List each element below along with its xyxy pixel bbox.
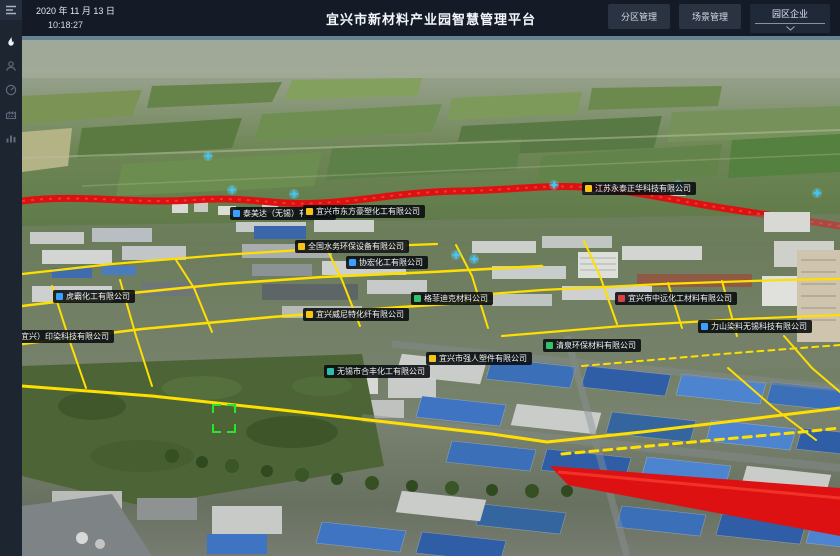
chevron-down-icon (786, 26, 795, 31)
company-label[interactable]: 中兴（宜兴）印染科技有限公司 (22, 330, 114, 343)
company-marker-icon (546, 342, 553, 349)
park-enterprise-dropdown[interactable]: 园区企业 (750, 4, 830, 33)
company-marker-icon (233, 210, 240, 217)
company-label[interactable]: 虎霸化工有限公司 (53, 290, 135, 303)
monitor-marker-icon (549, 180, 559, 190)
company-marker-icon (618, 295, 625, 302)
company-label-text: 中兴（宜兴）印染科技有限公司 (22, 332, 109, 341)
company-marker-icon (414, 295, 421, 302)
zone-management-button[interactable]: 分区管理 (608, 4, 670, 29)
sidebar (0, 0, 22, 556)
company-label-text: 江苏永泰正华科技有限公司 (595, 184, 691, 193)
company-marker-icon (298, 243, 305, 250)
monitor-marker-icon (469, 254, 479, 264)
company-marker-icon (306, 208, 313, 215)
factory-icon[interactable] (0, 103, 22, 125)
company-label[interactable]: 无锡市合丰化工有限公司 (324, 365, 430, 378)
company-label-text: 清泉环保材料有限公司 (556, 341, 636, 350)
company-label-text: 宜兴威尼特化纤有限公司 (316, 310, 404, 319)
company-label[interactable]: 格菲迪克材料公司 (411, 292, 493, 305)
gauge-icon[interactable] (0, 79, 22, 101)
monitor-marker-icon (203, 151, 213, 161)
dropdown-divider (755, 23, 825, 24)
company-marker-icon (349, 259, 356, 266)
company-marker-icon (327, 368, 334, 375)
monitor-marker-icon (227, 185, 237, 195)
company-label-text: 格菲迪克材料公司 (424, 294, 488, 303)
company-marker-icon (306, 311, 313, 318)
company-marker-icon (701, 323, 708, 330)
company-label-text: 无锡市合丰化工有限公司 (337, 367, 425, 376)
company-label-text: 宜兴市中远化工材料有限公司 (628, 294, 732, 303)
menu-icon[interactable] (0, 0, 22, 20)
fire-icon[interactable] (0, 31, 22, 53)
company-label-text: 全国水务环保设备有限公司 (308, 242, 404, 251)
company-label[interactable]: 宜兴市强人塑件有限公司 (426, 352, 532, 365)
monitor-marker-icon (451, 250, 461, 260)
company-label[interactable]: 力山染料无锡科技有限公司 (698, 320, 812, 333)
bar-chart-icon[interactable] (0, 127, 22, 149)
scene-management-button[interactable]: 场景管理 (679, 4, 741, 29)
company-label[interactable]: 全国水务环保设备有限公司 (295, 240, 409, 253)
monitor-marker-icon (812, 188, 822, 198)
company-label[interactable]: 宜兴威尼特化纤有限公司 (303, 308, 409, 321)
company-label-text: 力山染料无锡科技有限公司 (711, 322, 807, 331)
company-label[interactable]: 清泉环保材料有限公司 (543, 339, 641, 352)
user-icon[interactable] (0, 55, 22, 77)
map-viewport: 泰美达（无锡）有限公司 宜兴市东方豪塑化工有限公司 全国水务环保设备有限公司 协… (22, 36, 840, 556)
company-label[interactable]: 江苏永泰正华科技有限公司 (582, 182, 696, 195)
monitor-marker-icon (289, 189, 299, 199)
company-label-text: 虎霸化工有限公司 (66, 292, 130, 301)
app-window: 2020 年 11 月 13 日 10:18:27 宜兴市新材料产业园智慧管理平… (0, 0, 840, 556)
company-label-text: 宜兴市强人塑件有限公司 (439, 354, 527, 363)
company-marker-icon (585, 185, 592, 192)
dropdown-label: 园区企业 (772, 7, 808, 20)
company-label[interactable]: 协宏化工有限公司 (346, 256, 428, 269)
company-marker-icon (56, 293, 63, 300)
top-bar: 2020 年 11 月 13 日 10:18:27 宜兴市新材料产业园智慧管理平… (22, 0, 840, 36)
company-marker-icon (429, 355, 436, 362)
company-label[interactable]: 宜兴市东方豪塑化工有限公司 (303, 205, 425, 218)
company-label-text: 宜兴市东方豪塑化工有限公司 (316, 207, 420, 216)
topbar-actions: 分区管理 场景管理 园区企业 (608, 4, 830, 33)
company-label[interactable]: 宜兴市中远化工材料有限公司 (615, 292, 737, 305)
company-label-text: 协宏化工有限公司 (359, 258, 423, 267)
